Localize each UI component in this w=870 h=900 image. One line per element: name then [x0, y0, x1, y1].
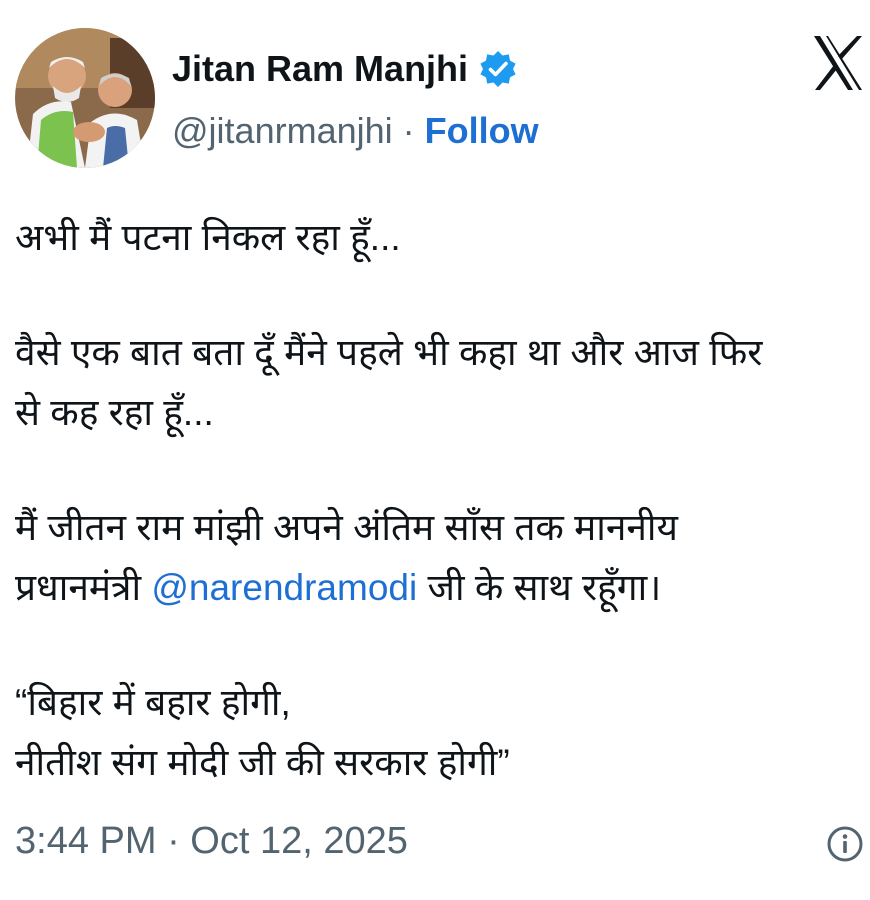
name-row: Jitan Ram Manjhi: [172, 46, 518, 92]
tweet-line: “बिहार में बहार होगी,: [15, 682, 291, 723]
mention-link[interactable]: @narendramodi: [151, 567, 417, 608]
tweet-line: अभी मैं पटना निकल रहा हूँ...: [15, 217, 401, 258]
tweet-card: Jitan Ram Manjhi @jitanrmanjhi · Follow …: [0, 0, 870, 900]
separator-dot: ·: [402, 110, 415, 151]
tweet-line: वैसे एक बात बता दूँ मैंने पहले भी कहा था…: [15, 332, 763, 373]
x-logo-icon[interactable]: [812, 34, 864, 92]
tweet-line-with-mention: प्रधानमंत्री @narendramodi जी के साथ रहू…: [15, 558, 661, 618]
follow-button[interactable]: Follow: [425, 110, 539, 152]
tweet-text-segment: जी के साथ रहूँगा।: [417, 567, 662, 608]
handle-row: @jitanrmanjhi · Follow: [172, 108, 539, 154]
tweet-text-segment: प्रधानमंत्री: [15, 567, 152, 608]
info-icon[interactable]: [826, 825, 864, 863]
user-handle[interactable]: @jitanrmanjhi: [172, 110, 393, 152]
tweet-line: नीतीश संग मोदी जी की सरकार होगी”: [15, 742, 510, 783]
avatar[interactable]: [15, 28, 155, 168]
verified-badge-icon: [478, 49, 518, 89]
tweet-line: मैं जीतन राम मांझी अपने अंतिम साँस तक मा…: [15, 507, 678, 548]
timestamp[interactable]: 3:44 PM · Oct 12, 2025: [15, 820, 408, 863]
tweet-line: से कह रहा हूँ...: [15, 392, 214, 433]
tweet-text: अभी मैं पटना निकल रहा हूँ... वैसे एक बात…: [15, 208, 870, 783]
display-name[interactable]: Jitan Ram Manjhi: [172, 48, 468, 90]
